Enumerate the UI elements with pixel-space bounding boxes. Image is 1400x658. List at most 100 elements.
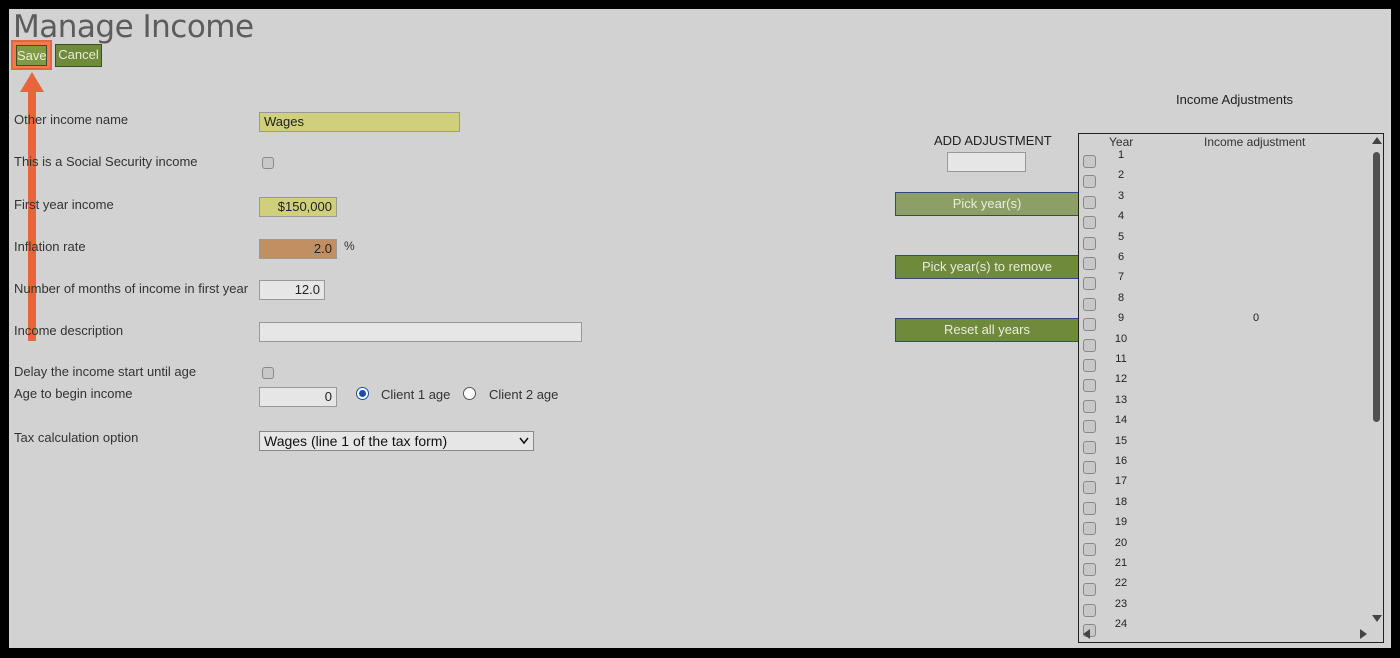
cancel-button[interactable]: Cancel — [55, 44, 102, 67]
table-row[interactable]: 13 — [1079, 394, 1369, 416]
table-row[interactable]: 12 — [1079, 373, 1369, 395]
other-income-name-input[interactable]: Wages — [259, 112, 460, 132]
table-row[interactable]: 2 — [1079, 169, 1369, 191]
client1-age-radio[interactable] — [356, 387, 369, 400]
delay-checkbox[interactable] — [262, 367, 274, 379]
row-checkbox[interactable] — [1083, 216, 1096, 230]
row-year: 6 — [1117, 251, 1125, 263]
column-header-income-adjustment: Income adjustment — [1204, 135, 1306, 149]
age-input[interactable]: 0 — [259, 387, 337, 407]
reset-all-years-button[interactable]: Reset all years — [895, 318, 1079, 342]
row-year: 19 — [1114, 516, 1128, 529]
row-checkbox[interactable] — [1083, 318, 1096, 332]
row-checkbox[interactable] — [1083, 236, 1096, 250]
other-income-name-label: Other income name — [14, 112, 129, 127]
row-checkbox[interactable] — [1083, 175, 1096, 189]
row-checkbox[interactable] — [1083, 501, 1096, 515]
table-row[interactable]: 14 — [1079, 414, 1369, 436]
save-button[interactable]: Save — [16, 45, 47, 66]
row-year: 7 — [1117, 271, 1125, 284]
row-checkbox[interactable] — [1083, 461, 1096, 474]
first-year-income-input[interactable]: $150,000 — [259, 197, 337, 217]
table-row[interactable]: 21 — [1079, 557, 1369, 579]
client2-age-radio[interactable] — [463, 387, 476, 400]
vertical-scrollbar-thumb[interactable] — [1373, 152, 1380, 422]
scroll-left-icon[interactable] — [1083, 629, 1091, 639]
table-row[interactable]: 90 — [1079, 312, 1369, 334]
table-row[interactable]: 22 — [1079, 577, 1369, 599]
add-adjustment-input[interactable] — [947, 152, 1026, 172]
months-input[interactable]: 12.0 — [259, 280, 325, 300]
table-row[interactable]: 8 — [1079, 292, 1369, 314]
table-row[interactable]: 24 — [1079, 618, 1369, 640]
row-year: 14 — [1114, 414, 1128, 427]
row-checkbox[interactable] — [1083, 257, 1096, 270]
income-adjustments-title: Income Adjustments — [1176, 92, 1294, 107]
description-input[interactable] — [259, 322, 582, 342]
table-row[interactable]: 10 — [1079, 333, 1369, 355]
scroll-down-icon[interactable] — [1372, 615, 1382, 623]
tax-option-select[interactable]: Wages (line 1 of the tax form) — [259, 431, 534, 451]
description-label: Income description — [14, 323, 124, 338]
add-adjustment-label: ADD ADJUSTMENT — [934, 133, 1052, 148]
table-row[interactable]: 18 — [1079, 496, 1369, 518]
row-checkbox[interactable] — [1083, 563, 1096, 576]
row-checkbox[interactable] — [1083, 277, 1096, 291]
table-row[interactable]: 1 — [1079, 149, 1369, 171]
table-row[interactable]: 23 — [1079, 598, 1369, 620]
scroll-right-icon[interactable] — [1360, 629, 1368, 639]
row-checkbox[interactable] — [1083, 338, 1096, 352]
row-checkbox[interactable] — [1083, 522, 1096, 536]
table-row[interactable]: 4 — [1079, 210, 1369, 232]
row-year: 15 — [1114, 434, 1128, 447]
pick-years-button[interactable]: Pick year(s) — [895, 192, 1079, 216]
row-checkbox[interactable] — [1083, 399, 1096, 413]
row-year: 16 — [1114, 455, 1128, 467]
table-row[interactable]: 19 — [1079, 516, 1369, 538]
row-year: 9 — [1117, 312, 1125, 325]
row-checkbox[interactable] — [1083, 155, 1096, 168]
row-year: 5 — [1117, 230, 1125, 243]
row-checkbox[interactable] — [1083, 603, 1096, 617]
row-checkbox[interactable] — [1083, 420, 1096, 434]
row-year: 10 — [1114, 332, 1128, 345]
table-row[interactable]: 3 — [1079, 190, 1369, 212]
manage-income-window: Manage Income Save Cancel Other income n… — [9, 9, 1391, 648]
row-checkbox[interactable] — [1083, 542, 1096, 556]
row-year: 3 — [1117, 189, 1125, 202]
table-row[interactable]: 20 — [1079, 537, 1369, 559]
adjustments-table[interactable]: Year Income adjustment 1 2 3 4 5 6 7 8 9 0 10 11 12 1… — [1078, 133, 1384, 643]
table-row[interactable]: 5 — [1079, 231, 1369, 253]
row-checkbox[interactable] — [1083, 481, 1096, 495]
row-checkbox[interactable] — [1083, 297, 1096, 311]
tax-label: Tax calculation option — [14, 430, 139, 445]
row-year: 18 — [1114, 495, 1128, 508]
row-year: 24 — [1114, 618, 1128, 631]
table-row[interactable]: 15 — [1079, 435, 1369, 457]
client2-age-label: Client 2 age — [489, 387, 559, 402]
client1-age-label: Client 1 age — [381, 387, 451, 402]
pick-years-remove-button[interactable]: Pick year(s) to remove — [895, 255, 1079, 279]
row-checkbox[interactable] — [1083, 379, 1096, 393]
row-checkbox[interactable] — [1083, 583, 1096, 597]
column-header-year: Year — [1109, 135, 1134, 149]
tax-option-value: Wages (line 1 of the tax form) — [264, 433, 448, 449]
row-checkbox[interactable] — [1083, 440, 1096, 454]
row-year: 8 — [1117, 291, 1125, 304]
table-row[interactable]: 7 — [1079, 271, 1369, 293]
row-year: 1 — [1117, 149, 1125, 161]
row-checkbox[interactable] — [1083, 195, 1096, 209]
social-security-label: This is a Social Security income — [14, 154, 198, 169]
table-row[interactable]: 6 — [1079, 251, 1369, 273]
table-row[interactable]: 16 — [1079, 455, 1369, 477]
row-year: 20 — [1114, 536, 1128, 549]
row-year: 22 — [1114, 577, 1128, 590]
scroll-up-icon[interactable] — [1372, 137, 1382, 145]
inflation-rate-input[interactable]: 2.0 — [259, 239, 337, 259]
table-row[interactable]: 17 — [1079, 475, 1369, 497]
row-checkbox[interactable] — [1083, 359, 1096, 372]
social-security-checkbox[interactable] — [262, 157, 274, 169]
delay-label: Delay the income start until age — [14, 364, 197, 379]
table-row[interactable]: 11 — [1079, 353, 1369, 375]
row-year: 11 — [1115, 353, 1127, 365]
